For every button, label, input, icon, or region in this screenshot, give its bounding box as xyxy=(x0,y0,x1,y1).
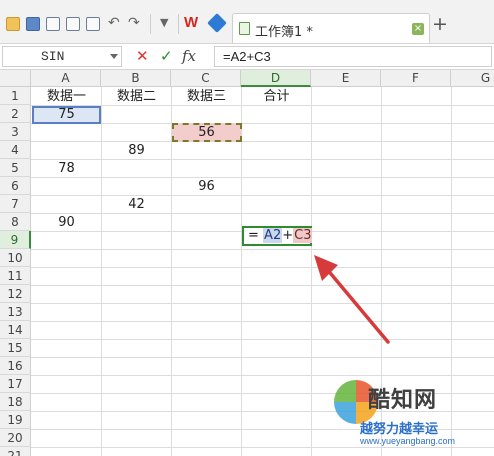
column-header-d[interactable]: D xyxy=(241,70,311,87)
insert-function-button[interactable]: fx xyxy=(182,47,196,65)
print-icon[interactable] xyxy=(66,17,80,31)
row-header-16[interactable]: 16 xyxy=(0,357,31,375)
row-header-17[interactable]: 17 xyxy=(0,375,31,393)
watermark-brand: 酷知网 xyxy=(368,388,438,413)
cell-c6[interactable]: 96 xyxy=(172,178,241,196)
save-as-icon[interactable] xyxy=(46,17,60,31)
open-folder-icon[interactable] xyxy=(6,17,20,31)
close-icon[interactable]: × xyxy=(412,23,424,35)
row-header-4[interactable]: 4 xyxy=(0,141,31,159)
row-header-3[interactable]: 3 xyxy=(0,123,31,141)
toolbar: ↶ ↷ ▼ W 工作簿1 * × + xyxy=(0,0,494,44)
column-header-e[interactable]: E xyxy=(311,70,381,87)
row-header-18[interactable]: 18 xyxy=(0,393,31,411)
row-header-19[interactable]: 19 xyxy=(0,411,31,429)
add-tab-icon[interactable]: + xyxy=(432,15,448,34)
formula-prefix: = xyxy=(248,228,259,243)
row-header-7[interactable]: 7 xyxy=(0,195,31,213)
cube-icon[interactable] xyxy=(207,13,227,33)
name-box-value: SIN xyxy=(41,49,65,64)
row-header-14[interactable]: 14 xyxy=(0,321,31,339)
spreadsheet-window: ↶ ↷ ▼ W 工作簿1 * × + SIN ✕ ✓ fx =A2+C3 数据一… xyxy=(0,0,494,456)
header-cell-a1[interactable]: 数据一 xyxy=(32,88,101,106)
row-header-5[interactable]: 5 xyxy=(0,159,31,177)
document-icon xyxy=(239,22,250,35)
cell-c3[interactable]: 56 xyxy=(172,124,241,142)
cell-a2[interactable]: 75 xyxy=(32,106,101,124)
formula-text: =A2+C3 xyxy=(223,49,271,64)
row-header-2[interactable]: 2 xyxy=(0,105,31,123)
more-icon[interactable]: ▼ xyxy=(160,14,168,32)
save-icon[interactable] xyxy=(26,17,40,31)
row-header-21[interactable]: 21 xyxy=(0,447,31,456)
accept-icon[interactable]: ✓ xyxy=(160,47,173,65)
watermark: 酷知网 越努力越幸运 www.yueyangbang.com xyxy=(330,372,494,456)
column-header-f[interactable]: F xyxy=(381,70,451,87)
row-header-9[interactable]: 9 xyxy=(0,231,31,249)
cell-a8[interactable]: 90 xyxy=(32,214,101,232)
print-preview-icon[interactable] xyxy=(86,17,100,31)
row-header-15[interactable]: 15 xyxy=(0,339,31,357)
header-cell-c1[interactable]: 数据三 xyxy=(172,88,241,106)
watermark-tagline: 越努力越幸运 xyxy=(360,422,439,437)
cell-formula: = A2+C3 xyxy=(248,228,313,244)
cell-a5[interactable]: 78 xyxy=(32,160,101,178)
formula-ref-c3: C3 xyxy=(293,228,313,243)
cell-b7[interactable]: 42 xyxy=(102,196,171,214)
column-header-a[interactable]: A xyxy=(31,70,101,87)
formula-input[interactable]: =A2+C3 xyxy=(214,46,492,67)
column-header-g[interactable]: G xyxy=(451,70,494,87)
select-all-corner[interactable] xyxy=(0,70,31,87)
undo-icon[interactable]: ↶ xyxy=(108,14,120,32)
formula-ref-a2: A2 xyxy=(263,228,283,243)
redo-icon[interactable]: ↷ xyxy=(128,14,140,32)
toolbar-separator xyxy=(178,14,179,34)
toolbar-separator xyxy=(150,14,151,34)
formula-operator: + xyxy=(282,228,294,243)
row-header-1[interactable]: 1 xyxy=(0,87,31,105)
row-header-11[interactable]: 11 xyxy=(0,267,31,285)
cell-b4[interactable]: 89 xyxy=(102,142,171,160)
watermark-url: www.yueyangbang.com xyxy=(360,436,456,446)
name-box[interactable]: SIN xyxy=(2,46,122,67)
tab-title: 工作簿1 * xyxy=(255,25,313,40)
cancel-icon[interactable]: ✕ xyxy=(136,47,149,65)
row-header-10[interactable]: 10 xyxy=(0,249,31,267)
column-header-c[interactable]: C xyxy=(171,70,241,87)
chevron-down-icon[interactable] xyxy=(110,54,118,59)
wps-logo[interactable]: W xyxy=(184,14,198,32)
row-header-20[interactable]: 20 xyxy=(0,429,31,447)
active-cell-d9[interactable]: = A2+C3 xyxy=(242,226,313,246)
row-header-13[interactable]: 13 xyxy=(0,303,31,321)
formula-bar: SIN ✕ ✓ fx =A2+C3 xyxy=(0,44,494,70)
row-header-6[interactable]: 6 xyxy=(0,177,31,195)
column-header-b[interactable]: B xyxy=(101,70,171,87)
header-cell-b1[interactable]: 数据二 xyxy=(102,88,171,106)
header-cell-d1[interactable]: 合计 xyxy=(242,88,311,106)
row-header-12[interactable]: 12 xyxy=(0,285,31,303)
row-header-8[interactable]: 8 xyxy=(0,213,31,231)
tab-workbook1[interactable]: 工作簿1 * × xyxy=(232,13,430,43)
